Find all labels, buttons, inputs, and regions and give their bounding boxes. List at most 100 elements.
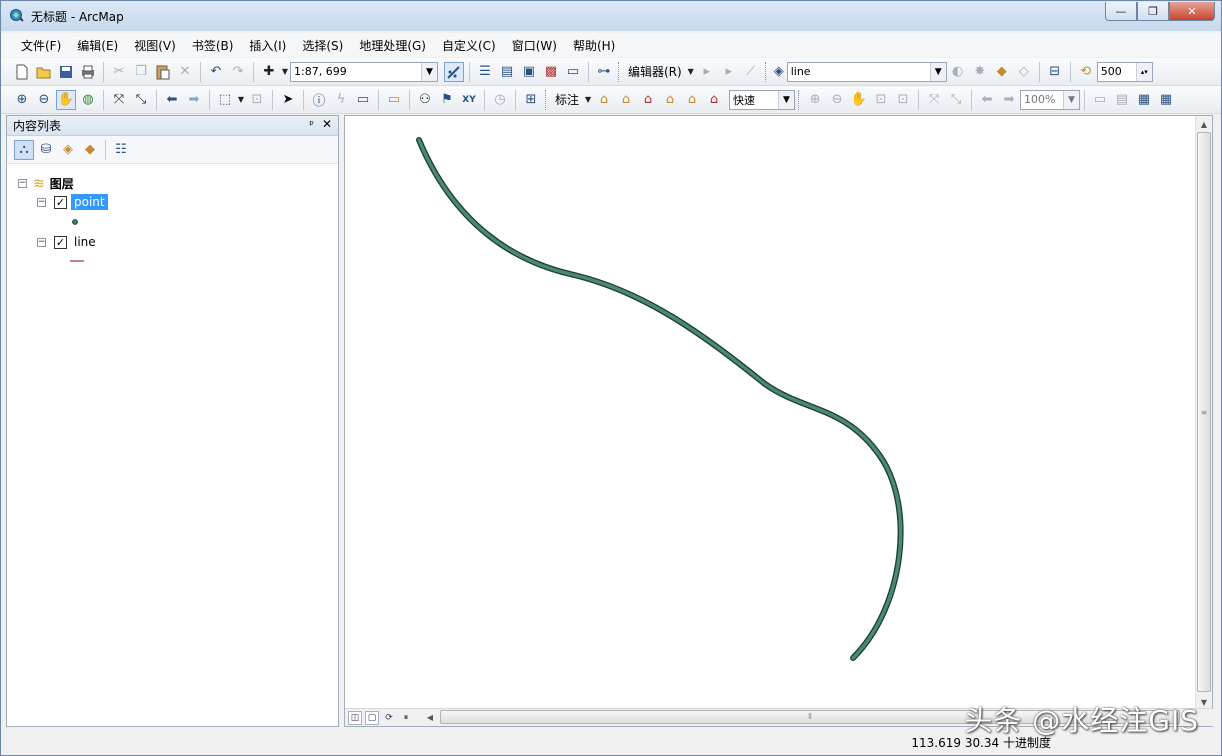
chevron-down-icon[interactable]: ▼	[421, 62, 437, 81]
layer-visibility-checkbox[interactable]: ✓	[54, 235, 67, 249]
map-scale-combo[interactable]: 1:87, 699 ▼	[290, 61, 438, 82]
zoom-whole-page-icon[interactable]: ⊡	[871, 90, 891, 110]
menu-edit[interactable]: 编辑(E)	[69, 35, 126, 56]
chevron-down-icon[interactable]: ▼	[584, 90, 592, 110]
go-to-xy-icon[interactable]: XY	[459, 90, 479, 110]
swipe-icon[interactable]: ◇	[1014, 62, 1034, 82]
chevron-down-icon[interactable]: ▼	[237, 90, 245, 110]
paste-icon[interactable]	[153, 62, 173, 82]
stepper-arrows-icon[interactable]: ▴▾	[1135, 62, 1152, 81]
layout-back-icon[interactable]: ⬅	[977, 90, 997, 110]
save-icon[interactable]	[56, 62, 76, 82]
forward-extent-icon[interactable]: ➡	[184, 90, 204, 110]
chevron-down-icon[interactable]: ▼	[687, 62, 695, 82]
label-manager-icon[interactable]: ⌂	[594, 90, 614, 110]
hyperlink-icon[interactable]: ϟ	[331, 90, 351, 110]
minimize-button[interactable]: —	[1105, 2, 1137, 21]
layer-name[interactable]: point	[71, 194, 108, 210]
edit-tool-icon[interactable]: ▸	[697, 62, 717, 82]
lock-labels-icon[interactable]: ⌂	[660, 90, 680, 110]
menu-bookmarks[interactable]: 书签(B)	[184, 35, 242, 56]
collapse-icon[interactable]: −	[18, 179, 27, 188]
edit-annotation-icon[interactable]: ▸	[719, 62, 739, 82]
editor-menu-button[interactable]: 编辑器(R)	[624, 62, 686, 82]
open-folder-icon[interactable]	[34, 62, 54, 82]
scroll-left-icon[interactable]: ◀	[423, 710, 437, 724]
layout-zoom-combo[interactable]: 100% ▼	[1020, 89, 1081, 110]
toc-close-icon[interactable]: ✕	[322, 117, 332, 131]
label-priority-icon[interactable]: ⌂	[616, 90, 636, 110]
chevron-down-icon[interactable]: ▼	[929, 62, 946, 81]
brightness-icon[interactable]: ✸	[970, 62, 990, 82]
straight-segment-icon[interactable]: ⟋	[741, 62, 761, 82]
list-by-drawing-order-icon[interactable]: ⛬	[14, 139, 34, 160]
change-layout-icon[interactable]: ▦	[1134, 90, 1154, 110]
data-driven-pages-icon[interactable]: ▦	[1156, 90, 1176, 110]
list-by-source-icon[interactable]: ⛁	[36, 140, 56, 160]
back-extent-icon[interactable]: ⬅	[162, 90, 182, 110]
menu-geoprocessing[interactable]: 地理处理(G)	[351, 35, 434, 56]
fixed-zoom-in-icon[interactable]: ⤧	[109, 90, 129, 110]
layer-visibility-checkbox[interactable]: ✓	[54, 195, 67, 209]
scroll-up-icon[interactable]: ▲	[1196, 116, 1212, 132]
toolbar-grip[interactable]	[764, 61, 768, 82]
measure-icon[interactable]: ▭	[384, 90, 404, 110]
pin-icon[interactable]: ᵖ	[309, 118, 314, 131]
menu-view[interactable]: 视图(V)	[126, 35, 184, 56]
data-view-icon[interactable]: ◫	[348, 710, 362, 725]
layout-zoom-out-icon[interactable]: ⊖	[827, 90, 847, 110]
layer-combo[interactable]: line ▼	[786, 61, 947, 82]
layout-zoom-in-icon[interactable]: ⊕	[805, 90, 825, 110]
label-weight-icon[interactable]: ⌂	[638, 90, 658, 110]
layout-forward-icon[interactable]: ➡	[999, 90, 1019, 110]
pause-drawing-icon[interactable]: ⏸	[399, 711, 413, 725]
full-extent-icon[interactable]: ◍	[78, 90, 98, 110]
layout-pan-icon[interactable]: ✋	[849, 90, 869, 110]
catalog-icon[interactable]: ▤	[497, 62, 517, 82]
redo-icon[interactable]: ↷	[228, 62, 248, 82]
contrast-icon[interactable]: ◐	[948, 62, 968, 82]
arctoolbox-icon[interactable]: ▩	[541, 62, 561, 82]
select-elements-icon[interactable]: ➤	[278, 90, 298, 110]
menu-file[interactable]: 文件(F)	[13, 35, 69, 56]
layout-view-icon[interactable]: ▢	[365, 710, 379, 725]
number-stepper[interactable]: 500 ▴▾	[1096, 61, 1153, 82]
snapping-tolerance-icon[interactable]: ⟲	[1076, 62, 1096, 82]
scroll-thumb[interactable]: ≡	[1197, 132, 1211, 692]
menu-selection[interactable]: 选择(S)	[294, 35, 351, 56]
chevron-down-icon[interactable]: ▼	[1063, 90, 1080, 109]
focus-data-frame-icon[interactable]: ▤	[1112, 90, 1132, 110]
html-popup-icon[interactable]: ▭	[353, 90, 373, 110]
print-icon[interactable]	[78, 62, 98, 82]
layer-name[interactable]: line	[71, 234, 99, 250]
add-data-dropdown-icon[interactable]: ▼	[281, 62, 289, 82]
map-display[interactable]: ▲ ≡ ▼ ◫ ▢ ⟳ ⏸ ◀ ⦀	[344, 115, 1214, 727]
editor-toolbar-toggle-icon[interactable]	[444, 61, 464, 82]
modelbuilder-icon[interactable]: ⊶	[594, 62, 614, 82]
table-of-contents-icon[interactable]: ☰	[475, 62, 495, 82]
fixed-zoom-in-layout-icon[interactable]: ⤧	[924, 90, 944, 110]
menu-customize[interactable]: 自定义(C)	[434, 35, 504, 56]
add-data-icon[interactable]: ✚	[259, 62, 279, 82]
view-unplaced-labels-icon[interactable]: ⌂	[704, 90, 724, 110]
collapse-icon[interactable]: −	[37, 237, 46, 247]
zoom-out-icon[interactable]: ⊖	[34, 90, 54, 110]
python-window-icon[interactable]: ▭	[563, 62, 583, 82]
find-route-icon[interactable]: ⚑	[437, 90, 457, 110]
effects-icon[interactable]: ⊟	[1045, 62, 1065, 82]
pan-icon[interactable]: ✋	[56, 89, 76, 110]
line-feature[interactable]	[416, 137, 904, 661]
map-canvas[interactable]	[345, 116, 1196, 710]
chevron-down-icon[interactable]: ▼	[778, 90, 795, 109]
toolbar-grip[interactable]	[618, 61, 621, 82]
maximize-button[interactable]: ❐	[1137, 2, 1169, 21]
point-symbol-icon[interactable]	[71, 218, 79, 226]
clear-selection-icon[interactable]: ⊡	[247, 90, 267, 110]
list-by-selection-icon[interactable]: ◆	[80, 140, 100, 160]
delete-icon[interactable]: ✕	[175, 62, 195, 82]
options-icon[interactable]: ☷	[111, 140, 131, 160]
refresh-icon[interactable]: ⟳	[382, 711, 396, 725]
data-frame-label[interactable]: 图层	[47, 174, 77, 193]
line-symbol-icon[interactable]	[69, 258, 85, 264]
copy-icon[interactable]: ❐	[131, 62, 151, 82]
